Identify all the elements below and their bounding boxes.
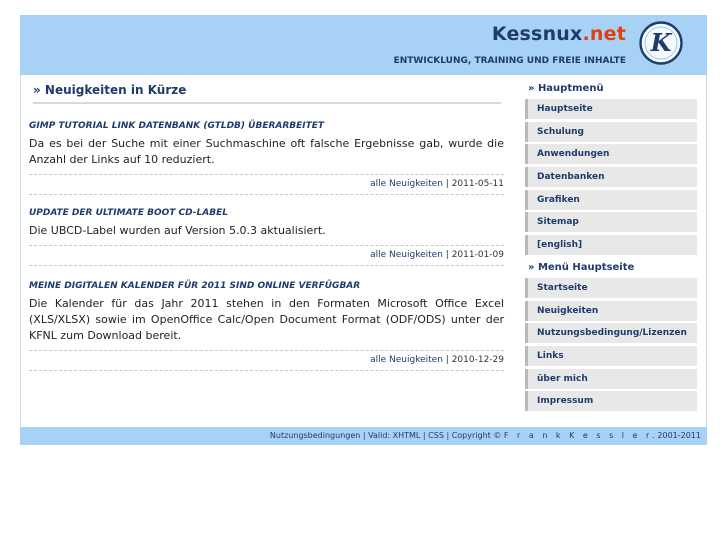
- footer-copyright: | Copyright ©: [443, 431, 504, 440]
- title-divider: [33, 102, 501, 104]
- all-news-link[interactable]: alle Neuigkeiten: [370, 250, 443, 260]
- news-title[interactable]: Update der Ultimate Boot CD-Label: [29, 208, 504, 218]
- news-date: | 2010-12-29: [442, 355, 504, 365]
- page-menu-heading: » Menü Hauptseite: [528, 261, 635, 273]
- brand-tld[interactable]: .net: [582, 23, 626, 45]
- page-menu-item[interactable]: Neuigkeiten: [525, 300, 697, 321]
- footer-css-link[interactable]: CSS: [428, 431, 444, 440]
- main-menu: Hauptseite Schulung Anwendungen Datenbanken…: [521, 99, 697, 256]
- site-tagline: ENTWICKLUNG, TRAINING UND FREIE INHALTE: [393, 56, 626, 66]
- news-date: | 2011-05-11: [442, 179, 504, 189]
- page-menu: Startseite Neuigkeiten Nutzungsbedingung/L…: [521, 277, 697, 412]
- news-title[interactable]: Meine digitalen Kalender für 2011 sind o…: [29, 281, 504, 291]
- page: Kessnux.net ENTWICKLUNG, TRAINING UND FR…: [20, 15, 707, 445]
- page-menu-item[interactable]: Impressum: [525, 391, 697, 412]
- news-meta: alle Neuigkeiten | 2010-12-29: [29, 350, 504, 371]
- main-menu-item[interactable]: [english]: [525, 235, 697, 256]
- brand-name[interactable]: Kessnux: [492, 23, 583, 45]
- news-title[interactable]: GIMP Tutorial Link Datenbank (GTLDB) übe…: [29, 121, 504, 131]
- main-menu-heading: » Hauptmenü: [528, 83, 604, 94]
- news-meta: alle Neuigkeiten | 2011-01-09: [29, 245, 504, 266]
- news-date: | 2011-01-09: [442, 250, 504, 260]
- footer-author: F r a n k K e s s l e r: [503, 431, 653, 440]
- page-menu-item[interactable]: Nutzungsbedingung/Lizenzen: [525, 323, 697, 344]
- page-menu-item[interactable]: Startseite: [525, 277, 697, 298]
- footer-xhtml-link[interactable]: XHTML: [393, 431, 421, 440]
- all-news-link[interactable]: alle Neuigkeiten: [370, 355, 443, 365]
- main-menu-item[interactable]: Anwendungen: [525, 144, 697, 165]
- site-brand[interactable]: Kessnux.net: [492, 23, 626, 45]
- all-news-link[interactable]: alle Neuigkeiten: [370, 179, 443, 189]
- main-menu-item[interactable]: Sitemap: [525, 212, 697, 233]
- footer-terms-link[interactable]: Nutzungsbedingungen: [270, 431, 360, 440]
- footer-sep: | Valid:: [360, 431, 393, 440]
- news-body: Da es bei der Suche mit einer Suchmaschi…: [29, 137, 504, 166]
- main-menu-item[interactable]: Hauptseite: [525, 99, 697, 119]
- news-item: Meine digitalen Kalender für 2011 sind o…: [29, 281, 504, 371]
- footer-years: . 2001-2011: [652, 431, 701, 440]
- news-body: Die UBCD-Label wurden auf Version 5.0.3 …: [29, 224, 326, 237]
- news-body: Die Kalender für das Jahr 2011 stehen in…: [29, 297, 504, 342]
- header: Kessnux.net ENTWICKLUNG, TRAINING UND FR…: [20, 15, 707, 75]
- news-meta: alle Neuigkeiten | 2011-05-11: [29, 174, 504, 195]
- main-menu-item[interactable]: Datenbanken: [525, 167, 697, 188]
- sidebar: » Hauptmenü Hauptseite Schulung Anwendunge…: [521, 75, 697, 414]
- main-menu-item[interactable]: Grafiken: [525, 189, 697, 210]
- main-area: » Neuigkeiten in Kürze GIMP Tutorial Lin…: [20, 75, 707, 427]
- page-menu-item[interactable]: Links: [525, 345, 697, 366]
- news-item: Update der Ultimate Boot CD-Label Die UB…: [29, 208, 504, 266]
- main-menu-item[interactable]: Schulung: [525, 121, 697, 142]
- content-title: » Neuigkeiten in Kürze: [33, 83, 187, 97]
- k-circle-logo-icon[interactable]: K: [638, 20, 684, 66]
- footer-sep: |: [420, 431, 429, 440]
- news-item: GIMP Tutorial Link Datenbank (GTLDB) übe…: [29, 121, 504, 195]
- footer: Nutzungsbedingungen | Valid: XHTML | CSS…: [20, 427, 707, 445]
- logo-letter: K: [650, 28, 673, 57]
- page-menu-item[interactable]: über mich: [525, 368, 697, 389]
